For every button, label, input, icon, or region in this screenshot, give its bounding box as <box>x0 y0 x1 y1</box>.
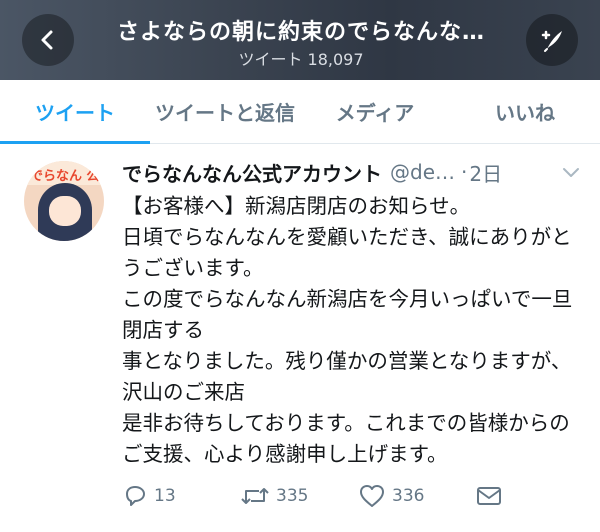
retweet-icon <box>241 488 269 504</box>
tweet-count: ツイート 18,097 <box>238 50 364 69</box>
tab-tweets-and-replies[interactable]: ツイートと返信 <box>150 80 300 143</box>
retweet-count: 335 <box>276 486 309 506</box>
tab-likes[interactable]: いいね <box>450 80 600 143</box>
direct-message-button[interactable] <box>476 485 502 507</box>
display-name[interactable]: でらなんなん公式アカウント <box>122 158 382 187</box>
tweet-card[interactable]: でらなん 公式 でらなんなん公式アカウント @de… · 2日 【お客様へ】新潟… <box>0 145 600 532</box>
tweet-actions: 13 335 336 <box>122 478 522 514</box>
reply-count: 13 <box>154 486 176 506</box>
back-button[interactable] <box>22 14 74 66</box>
tab-media[interactable]: メディア <box>300 80 450 143</box>
tweet-text: 【お客様へ】新潟店閉店のお知らせ。 日頃でらなんなんを愛顧いただき、誠にありがと… <box>122 194 573 466</box>
tweet-timestamp[interactable]: 2日 <box>469 158 502 187</box>
separator: · <box>461 160 468 184</box>
envelope-icon <box>477 487 501 505</box>
compose-button[interactable] <box>526 14 578 66</box>
compose-tweet-icon <box>541 30 562 52</box>
like-count: 336 <box>392 486 425 506</box>
user-handle[interactable]: @de… <box>390 160 455 184</box>
tweet-header: でらなんなん公式アカウント @de… · 2日 <box>122 157 582 187</box>
avatar[interactable]: でらなん 公式 <box>24 161 104 241</box>
profile-header: さよならの朝に約束のでらなんな… ツイート 18,097 <box>0 0 600 80</box>
tab-tweets[interactable]: ツイート <box>0 80 150 144</box>
avatar-character-face <box>49 196 81 226</box>
retweet-button[interactable]: 335 <box>240 483 358 509</box>
heart-icon <box>360 485 384 507</box>
like-button[interactable]: 336 <box>358 483 476 509</box>
profile-tabs: ツイート ツイートと返信 メディア いいね <box>0 80 600 144</box>
chevron-down-icon[interactable] <box>560 161 582 183</box>
reply-icon <box>126 486 145 506</box>
avatar-logo-text: でらなん 公式 <box>30 169 104 184</box>
page-title: さよならの朝に約束のでらなんな… <box>116 20 485 45</box>
chevron-left-icon <box>41 30 53 50</box>
reply-button[interactable]: 13 <box>122 483 240 509</box>
